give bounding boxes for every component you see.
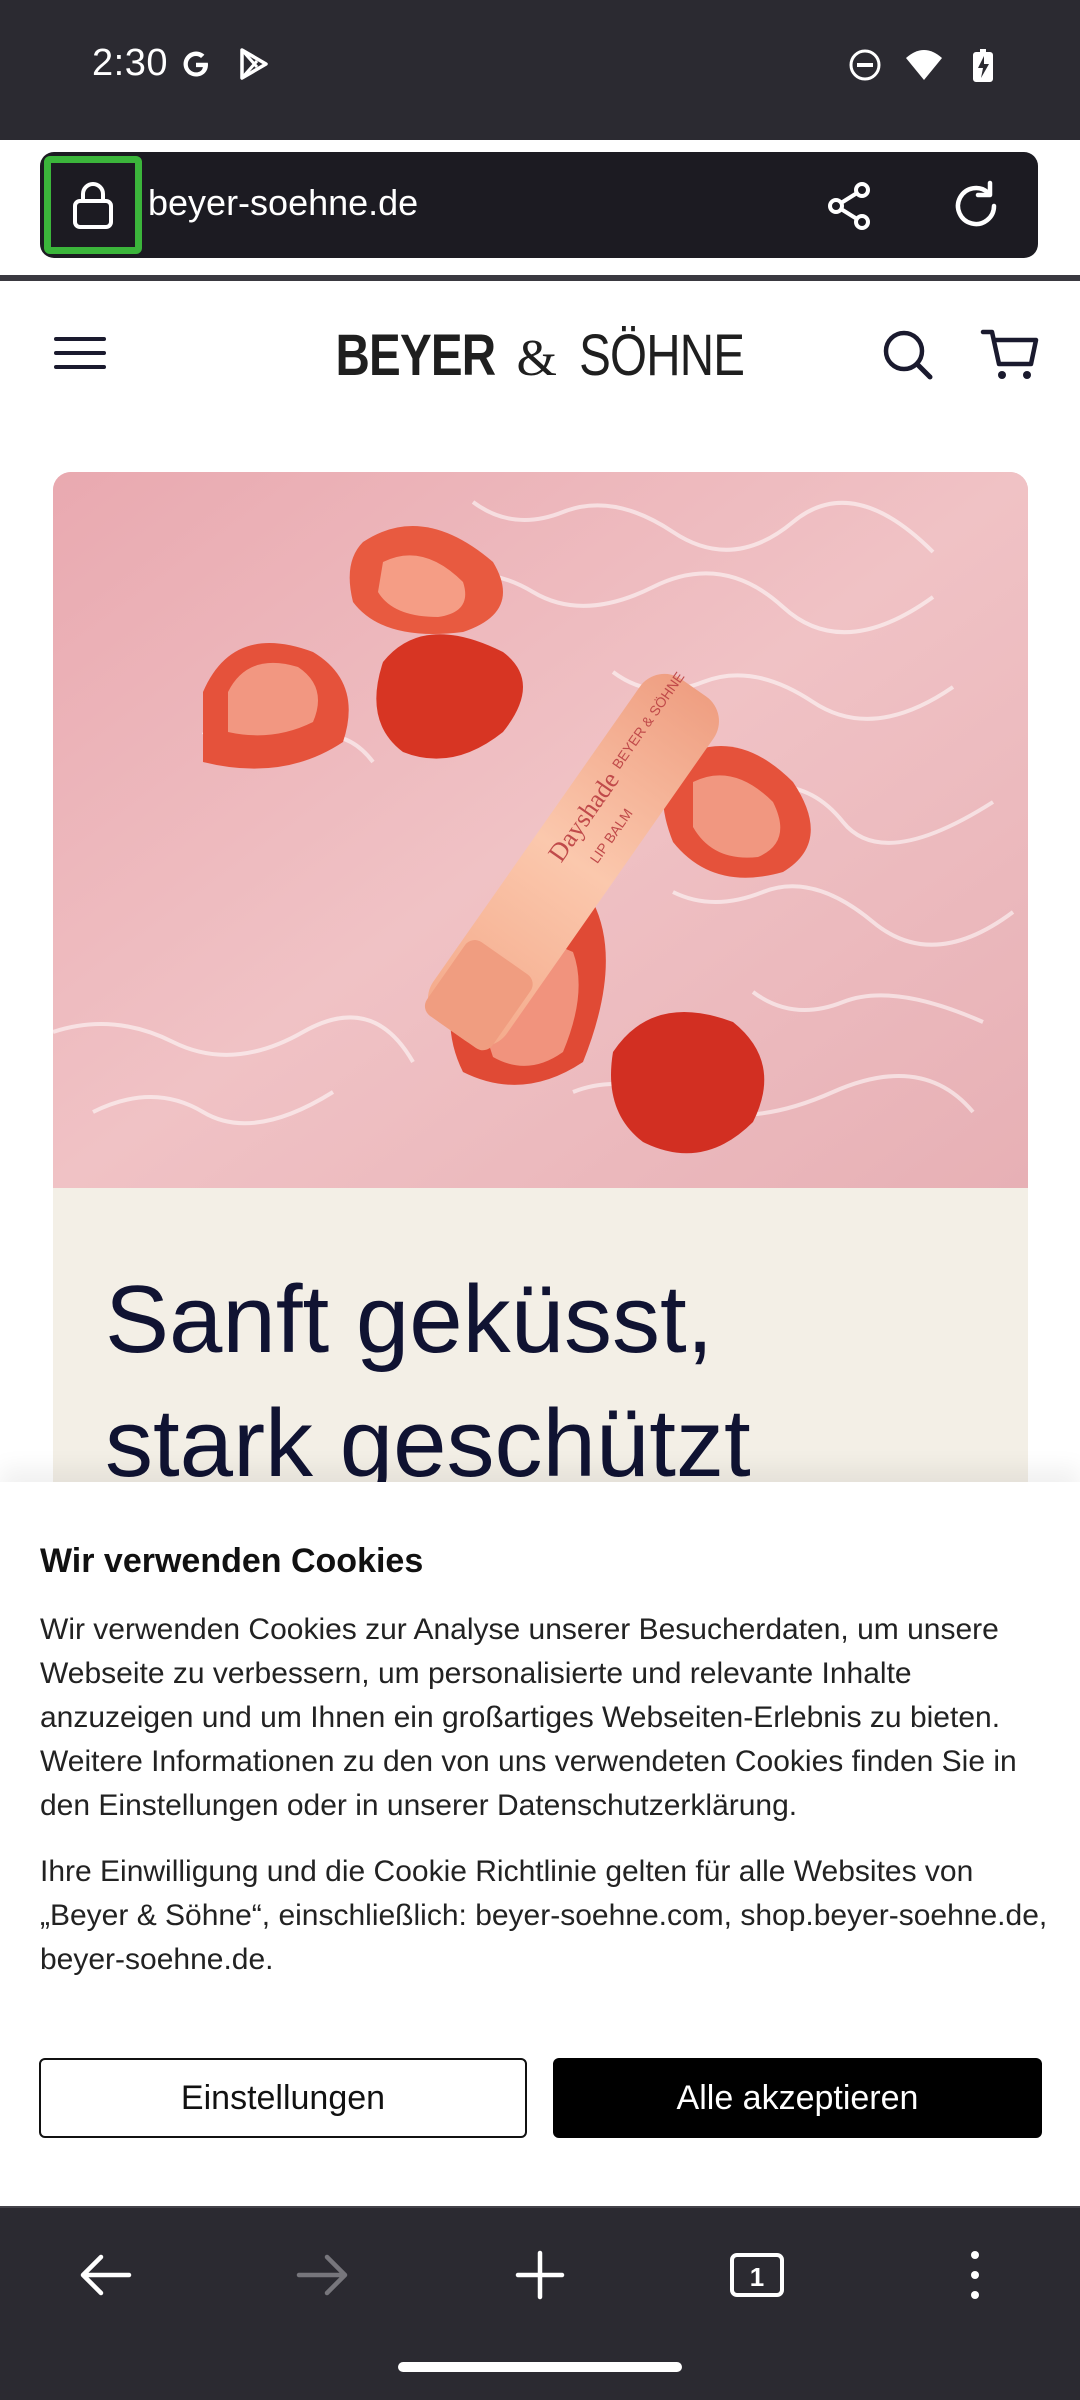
url-text[interactable]: beyer-soehne.de [148, 182, 418, 224]
forward-arrow-icon [296, 2254, 348, 2296]
back-arrow-icon [80, 2254, 132, 2296]
plus-icon [515, 2250, 565, 2300]
status-left-icons [178, 46, 272, 82]
battery-charging-icon [973, 49, 993, 82]
new-tab-button[interactable] [500, 2240, 580, 2310]
status-time: 2:30 [92, 42, 168, 84]
cookie-title: Wir verwenden Cookies [40, 1542, 424, 1580]
hero-title-line1: Sanft geküsst, [105, 1266, 714, 1373]
logo-ampersand: & [516, 330, 557, 387]
hero-illustration: Dayshade LIP BALM BEYER & SÖHNE [53, 472, 1028, 1188]
cookie-consent-scope-text: Ihre Einwilligung und die Cookie Richtli… [40, 1855, 1048, 1976]
status-right-icons [848, 46, 1000, 84]
site-logo[interactable]: BEYER & SÖHNE [0, 322, 1080, 389]
share-button[interactable] [822, 178, 878, 234]
google-icon [183, 51, 208, 77]
tabs-button[interactable]: 1 [717, 2240, 797, 2310]
more-vertical-icon [971, 2251, 979, 2299]
play-store-icon [240, 48, 268, 80]
site-info-button[interactable] [44, 156, 142, 254]
strawberry-whole-bottom [611, 1012, 765, 1154]
back-button[interactable] [65, 2240, 145, 2310]
tab-counter-icon: 1 [730, 2253, 784, 2297]
reload-button[interactable] [948, 178, 1004, 234]
hero-text-panel: Sanft geküsst, stark geschützt [53, 1188, 1028, 1497]
accept-all-cookies-button[interactable]: Alle akzeptieren [553, 2058, 1042, 2138]
wifi-icon [906, 50, 942, 80]
hero-image[interactable]: Dayshade LIP BALM BEYER & SÖHNE [53, 472, 1028, 1188]
forward-button[interactable] [283, 2240, 363, 2310]
logo-part1: BEYER [335, 323, 496, 388]
cookie-settings-button[interactable]: Einstellungen [39, 2058, 527, 2138]
tab-count: 1 [750, 2262, 764, 2292]
home-indicator[interactable] [398, 2362, 682, 2372]
hero-title: Sanft geküsst, stark geschützt [105, 1258, 1005, 1506]
share-icon [828, 182, 870, 230]
overflow-menu-button[interactable] [935, 2240, 1015, 2310]
reload-icon [955, 180, 997, 227]
cookie-body-text: Wir verwenden Cookies zur Analyse unsere… [40, 1613, 1017, 1822]
do-not-disturb-icon [849, 49, 881, 81]
status-bar: 2:30 [0, 0, 1080, 140]
lock-icon [73, 182, 113, 229]
logo-part2: SÖHNE [579, 323, 745, 388]
